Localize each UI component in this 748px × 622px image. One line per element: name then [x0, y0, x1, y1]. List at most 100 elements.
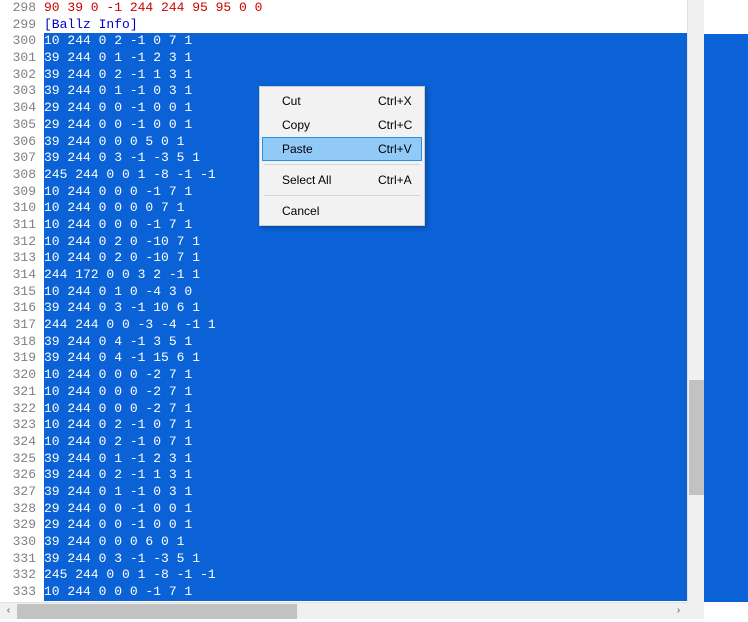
- line-content[interactable]: 10 244 0 0 0 -2 7 1: [44, 384, 687, 401]
- line-number: 323: [0, 417, 44, 434]
- line-number: 313: [0, 250, 44, 267]
- line-number: 314: [0, 267, 44, 284]
- editor-line[interactable]: 32829 244 0 0 -1 0 0 1: [0, 501, 687, 518]
- line-content[interactable]: 39 244 0 2 -1 1 3 1: [44, 467, 687, 484]
- line-number: 316: [0, 300, 44, 317]
- editor-line[interactable]: 317244 244 0 0 -3 -4 -1 1: [0, 317, 687, 334]
- editor-line[interactable]: 31510 244 0 1 0 -4 3 0: [0, 284, 687, 301]
- menu-separator: [264, 195, 420, 196]
- editor-line[interactable]: 33139 244 0 3 -1 -3 5 1: [0, 551, 687, 568]
- line-number: 310: [0, 200, 44, 217]
- line-content[interactable]: 245 244 0 0 1 -8 -1 -1: [44, 567, 687, 584]
- line-number: 325: [0, 451, 44, 468]
- right-margin-selection: [704, 34, 748, 602]
- editor-line[interactable]: 32739 244 0 1 -1 0 3 1: [0, 484, 687, 501]
- editor-line[interactable]: 30010 244 0 2 -1 0 7 1: [0, 33, 687, 50]
- context-menu: CutCtrl+XCopyCtrl+CPasteCtrl+VSelect All…: [259, 86, 425, 226]
- editor-line[interactable]: 33310 244 0 0 0 -1 7 1: [0, 584, 687, 601]
- right-margin-bottom: [704, 602, 748, 619]
- scroll-right-arrow-icon[interactable]: ›: [670, 603, 687, 620]
- editor-line[interactable]: 332245 244 0 0 1 -8 -1 -1: [0, 567, 687, 584]
- line-number: 322: [0, 401, 44, 418]
- editor-line[interactable]: 32210 244 0 0 0 -2 7 1: [0, 401, 687, 418]
- line-number: 333: [0, 584, 44, 601]
- line-number: 319: [0, 350, 44, 367]
- line-content[interactable]: 10 244 0 2 -1 0 7 1: [44, 417, 687, 434]
- line-content[interactable]: 10 244 0 2 0 -10 7 1: [44, 250, 687, 267]
- horizontal-scrollbar-thumb[interactable]: [17, 604, 297, 619]
- editor-line[interactable]: 31939 244 0 4 -1 15 6 1: [0, 350, 687, 367]
- line-content[interactable]: 10 244 0 2 0 -10 7 1: [44, 234, 687, 251]
- editor-line[interactable]: 32639 244 0 2 -1 1 3 1: [0, 467, 687, 484]
- line-content[interactable]: 10 244 0 2 -1 0 7 1: [44, 33, 687, 50]
- line-number: 306: [0, 134, 44, 151]
- editor-line[interactable]: 31639 244 0 3 -1 10 6 1: [0, 300, 687, 317]
- editor-line[interactable]: 32929 244 0 0 -1 0 0 1: [0, 517, 687, 534]
- line-content[interactable]: 39 244 0 1 -1 0 3 1: [44, 484, 687, 501]
- line-number: 299: [0, 17, 44, 34]
- menu-item-shortcut: Ctrl+V: [368, 142, 418, 156]
- editor-line[interactable]: 33039 244 0 0 0 6 0 1: [0, 534, 687, 551]
- menu-item-select-all[interactable]: Select AllCtrl+A: [262, 168, 422, 192]
- line-number: 302: [0, 67, 44, 84]
- vertical-scrollbar-thumb[interactable]: [689, 380, 704, 495]
- editor-line[interactable]: 32410 244 0 2 -1 0 7 1: [0, 434, 687, 451]
- line-number: 324: [0, 434, 44, 451]
- line-content[interactable]: 39 244 0 0 0 6 0 1: [44, 534, 687, 551]
- line-content[interactable]: 10 244 0 0 0 -1 7 1: [44, 584, 687, 601]
- line-number: 320: [0, 367, 44, 384]
- line-number: 311: [0, 217, 44, 234]
- editor-line[interactable]: 299[Ballz Info]: [0, 17, 687, 34]
- line-number: 327: [0, 484, 44, 501]
- line-number: 305: [0, 117, 44, 134]
- line-number: 298: [0, 0, 44, 17]
- line-content[interactable]: 10 244 0 0 0 -2 7 1: [44, 401, 687, 418]
- menu-item-label: Paste: [282, 142, 368, 156]
- line-content[interactable]: 10 244 0 2 -1 0 7 1: [44, 434, 687, 451]
- line-number: 301: [0, 50, 44, 67]
- editor-line[interactable]: 314244 172 0 0 3 2 -1 1: [0, 267, 687, 284]
- editor-line[interactable]: 30139 244 0 1 -1 2 3 1: [0, 50, 687, 67]
- vertical-scrollbar[interactable]: [687, 0, 704, 602]
- line-content[interactable]: [Ballz Info]: [44, 17, 687, 34]
- menu-item-paste[interactable]: PasteCtrl+V: [262, 137, 422, 161]
- editor-line[interactable]: 32539 244 0 1 -1 2 3 1: [0, 451, 687, 468]
- line-content[interactable]: 39 244 0 4 -1 15 6 1: [44, 350, 687, 367]
- line-content[interactable]: 39 244 0 4 -1 3 5 1: [44, 334, 687, 351]
- line-number: 332: [0, 567, 44, 584]
- line-content[interactable]: 10 244 0 0 0 -2 7 1: [44, 367, 687, 384]
- menu-item-label: Select All: [282, 173, 368, 187]
- line-number: 308: [0, 167, 44, 184]
- line-content[interactable]: 39 244 0 3 -1 10 6 1: [44, 300, 687, 317]
- editor-line[interactable]: 32310 244 0 2 -1 0 7 1: [0, 417, 687, 434]
- menu-item-copy[interactable]: CopyCtrl+C: [262, 113, 422, 137]
- editor-line[interactable]: 31210 244 0 2 0 -10 7 1: [0, 234, 687, 251]
- editor-line[interactable]: 30239 244 0 2 -1 1 3 1: [0, 67, 687, 84]
- line-content[interactable]: 244 244 0 0 -3 -4 -1 1: [44, 317, 687, 334]
- right-margin-top: [704, 0, 748, 34]
- line-number: 326: [0, 467, 44, 484]
- line-content[interactable]: 39 244 0 1 -1 2 3 1: [44, 50, 687, 67]
- line-content[interactable]: 90 39 0 -1 244 244 95 95 0 0: [44, 0, 687, 17]
- editor-line[interactable]: 31839 244 0 4 -1 3 5 1: [0, 334, 687, 351]
- editor-line[interactable]: 32110 244 0 0 0 -2 7 1: [0, 384, 687, 401]
- menu-item-shortcut: Ctrl+C: [368, 118, 418, 132]
- line-number: 321: [0, 384, 44, 401]
- menu-item-cancel[interactable]: Cancel: [262, 199, 422, 223]
- line-content[interactable]: 39 244 0 3 -1 -3 5 1: [44, 551, 687, 568]
- horizontal-scrollbar[interactable]: ‹ ›: [0, 602, 687, 619]
- editor-line[interactable]: 32010 244 0 0 0 -2 7 1: [0, 367, 687, 384]
- editor-line[interactable]: 31310 244 0 2 0 -10 7 1: [0, 250, 687, 267]
- line-content[interactable]: 29 244 0 0 -1 0 0 1: [44, 501, 687, 518]
- line-content[interactable]: 10 244 0 1 0 -4 3 0: [44, 284, 687, 301]
- line-number: 318: [0, 334, 44, 351]
- line-number: 329: [0, 517, 44, 534]
- line-content[interactable]: 39 244 0 1 -1 2 3 1: [44, 451, 687, 468]
- line-content[interactable]: 244 172 0 0 3 2 -1 1: [44, 267, 687, 284]
- line-content[interactable]: 29 244 0 0 -1 0 0 1: [44, 517, 687, 534]
- line-content[interactable]: 39 244 0 2 -1 1 3 1: [44, 67, 687, 84]
- editor-line[interactable]: 29890 39 0 -1 244 244 95 95 0 0: [0, 0, 687, 17]
- scroll-left-arrow-icon[interactable]: ‹: [0, 603, 17, 620]
- menu-item-label: Copy: [282, 118, 368, 132]
- menu-item-cut[interactable]: CutCtrl+X: [262, 89, 422, 113]
